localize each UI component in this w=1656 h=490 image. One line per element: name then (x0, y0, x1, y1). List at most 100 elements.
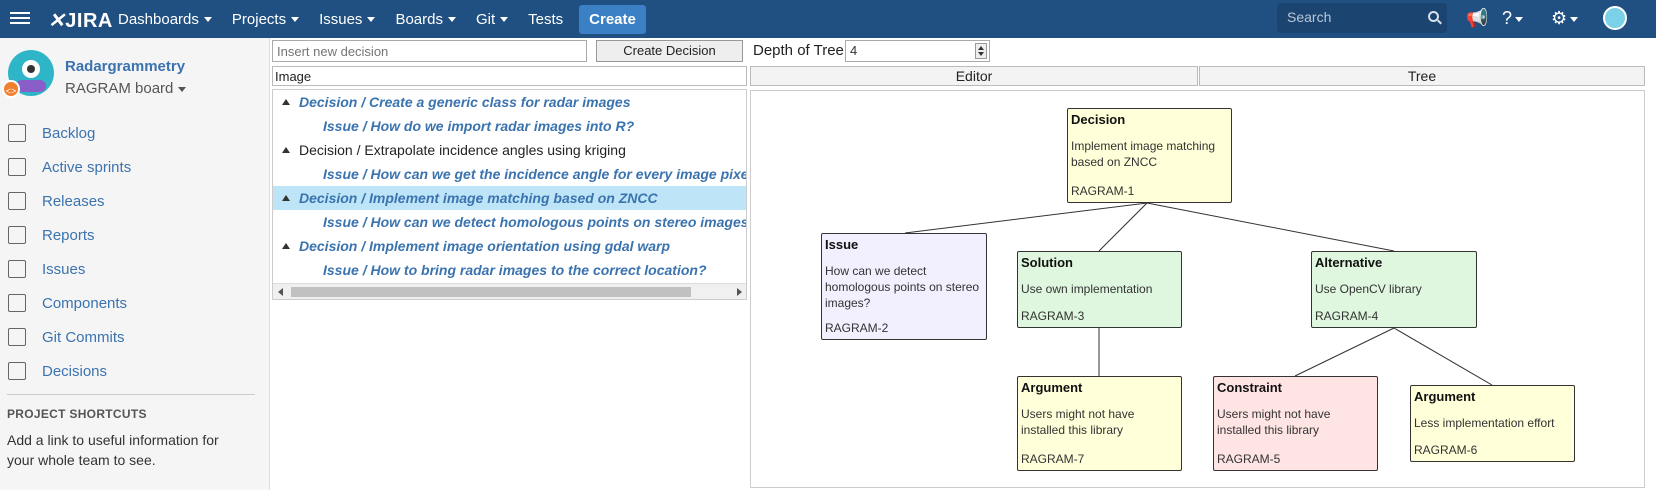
project-name[interactable]: Radargrammetry (65, 58, 185, 75)
edge-decision-alternative (1146, 202, 1395, 252)
tab-editor[interactable]: Editor (750, 66, 1198, 86)
avatar-body (16, 80, 46, 92)
tree-row-label: Issue / How do we import radar images in… (323, 118, 635, 134)
chevron-down-icon (367, 16, 376, 22)
sprints-icon (8, 158, 26, 176)
depth-of-tree-input[interactable]: 4 (845, 40, 990, 62)
releases-icon (8, 192, 26, 210)
chevron-down-icon (1570, 16, 1579, 22)
depth-of-tree-label: Depth of Tree (753, 42, 844, 59)
user-avatar[interactable] (1603, 6, 1627, 30)
scroll-right-icon[interactable] (737, 288, 742, 296)
tree-row-issue[interactable]: Issue / How do we import radar images in… (273, 114, 746, 138)
sidebar-nav: Backlog Active sprints Releases Reports … (0, 116, 270, 388)
sidebar-item-backlog[interactable]: Backlog (0, 116, 270, 150)
sidebar-item-issues[interactable]: Issues (0, 252, 270, 286)
board-selector[interactable]: RAGRAM board (65, 80, 187, 97)
node-decision[interactable]: Decision Implement image matching based … (1067, 108, 1232, 203)
tree-row-issue[interactable]: Issue / How can we detect homologous poi… (273, 210, 746, 234)
tree-row-decision[interactable]: Decision / Extrapolate incidence angles … (273, 138, 746, 162)
node-argument[interactable]: Argument Less implementation effort RAGR… (1410, 385, 1575, 462)
sidebar-item-reports[interactable]: Reports (0, 218, 270, 252)
node-solution[interactable]: Solution Use own implementation RAGRAM-3 (1017, 251, 1182, 328)
nav-git[interactable]: Git (476, 11, 509, 28)
create-button[interactable]: Create (579, 4, 646, 34)
spinner-icon[interactable] (975, 43, 987, 59)
nav-boards[interactable]: Boards (395, 11, 456, 28)
node-summary: Use own implementation (1021, 282, 1153, 296)
gear-icon[interactable]: ⚙ (1551, 8, 1579, 29)
create-decision-button[interactable]: Create Decision (596, 40, 743, 62)
node-type: Solution (1021, 255, 1073, 270)
node-key: RAGRAM-4 (1315, 309, 1379, 323)
tree-row-label: Decision / Extrapolate incidence angles … (299, 142, 626, 158)
scrollbar-thumb[interactable] (291, 287, 691, 297)
expand-toggle-icon[interactable] (282, 243, 290, 249)
tree-row-issue[interactable]: Issue / How can we get the incidence ang… (273, 162, 747, 186)
node-key: RAGRAM-7 (1021, 452, 1085, 466)
decisions-icon (8, 362, 26, 380)
node-alternative[interactable]: Alternative Use OpenCV library RAGRAM-4 (1311, 251, 1477, 328)
node-key: RAGRAM-2 (825, 321, 889, 335)
tree-row-decision[interactable]: Decision / Implement image orientation u… (273, 234, 746, 258)
node-type: Constraint (1217, 380, 1282, 395)
tree-row-label: Issue / How can we get the incidence ang… (323, 166, 747, 182)
sidebar-item-releases[interactable]: Releases (0, 184, 270, 218)
tree-row-label: Decision / Implement image matching base… (299, 190, 658, 206)
search-input[interactable]: Search (1277, 3, 1447, 33)
code-badge-icon: <> (2, 80, 20, 98)
megaphone-icon[interactable]: 📢 (1466, 8, 1488, 29)
sidebar-item-active-sprints[interactable]: Active sprints (0, 150, 270, 184)
issues-icon (8, 260, 26, 278)
node-summary: Users might not have installed this libr… (1217, 407, 1331, 437)
node-summary: Use OpenCV library (1315, 282, 1422, 296)
components-icon (8, 294, 26, 312)
expand-toggle-icon[interactable] (282, 147, 290, 153)
node-type: Issue (825, 237, 859, 252)
node-type: Decision (1071, 112, 1126, 127)
expand-toggle-icon[interactable] (282, 99, 290, 105)
tree-row-label: Issue / How to bring radar images to the… (323, 262, 707, 278)
project-avatar[interactable]: <> (2, 50, 54, 98)
menu-icon[interactable] (10, 9, 30, 29)
expand-toggle-icon[interactable] (282, 195, 290, 201)
sidebar-item-decisions[interactable]: Decisions (0, 354, 270, 388)
tree-row-decision[interactable]: Decision / Implement image matching base… (273, 186, 746, 210)
avatar-eye (22, 60, 40, 78)
project-sidebar: <> Radargrammetry RAGRAM board Backlog A… (0, 38, 270, 490)
top-navigation-bar: ✕JIRA Dashboards Projects Issues Boards … (0, 0, 1656, 38)
scroll-left-icon[interactable] (278, 288, 283, 296)
project-shortcuts-title: PROJECT SHORTCUTS (7, 407, 147, 421)
chevron-down-icon (291, 16, 300, 22)
nav-issues[interactable]: Issues (319, 11, 376, 28)
tab-tree[interactable]: Tree (1199, 66, 1645, 86)
sidebar-item-components[interactable]: Components (0, 286, 270, 320)
backlog-icon (8, 124, 26, 142)
node-summary: Users might not have installed this libr… (1021, 407, 1135, 437)
decision-tree-list: Decision / Create a generic class for ra… (272, 89, 747, 300)
node-summary: Implement image matching based on ZNCC (1071, 139, 1216, 169)
project-shortcuts-text: Add a link to useful information for you… (7, 432, 219, 468)
new-decision-input[interactable] (272, 40, 587, 62)
chevron-down-icon (447, 16, 456, 22)
tree-row-issue[interactable]: Issue / How to bring radar images to the… (273, 258, 746, 282)
node-argument[interactable]: Argument Users might not have installed … (1017, 376, 1182, 471)
node-summary: Less implementation effort (1414, 416, 1555, 430)
nav-projects[interactable]: Projects (232, 11, 300, 28)
jira-logo[interactable]: ✕JIRA (48, 8, 113, 33)
horizontal-scrollbar[interactable] (273, 283, 746, 299)
tree-row-decision[interactable]: Decision / Create a generic class for ra… (273, 90, 746, 114)
node-key: RAGRAM-1 (1071, 184, 1135, 198)
node-constraint[interactable]: Constraint Users might not have installe… (1213, 376, 1378, 471)
nav-dashboards[interactable]: Dashboards (118, 11, 212, 28)
edge-alternative-constraint (1294, 327, 1395, 377)
tree-row-label: Decision / Create a generic class for ra… (299, 94, 631, 110)
help-icon[interactable]: ? (1502, 8, 1524, 29)
sidebar-divider (7, 394, 255, 395)
tree-row-label: Decision / Implement image orientation u… (299, 238, 671, 254)
edge-decision-issue (904, 202, 1148, 234)
node-issue[interactable]: Issue How can we detect homologous point… (821, 233, 987, 340)
nav-tests[interactable]: Tests (528, 11, 563, 28)
search-icon (1428, 11, 1439, 22)
sidebar-item-git-commits[interactable]: Git Commits (0, 320, 270, 354)
